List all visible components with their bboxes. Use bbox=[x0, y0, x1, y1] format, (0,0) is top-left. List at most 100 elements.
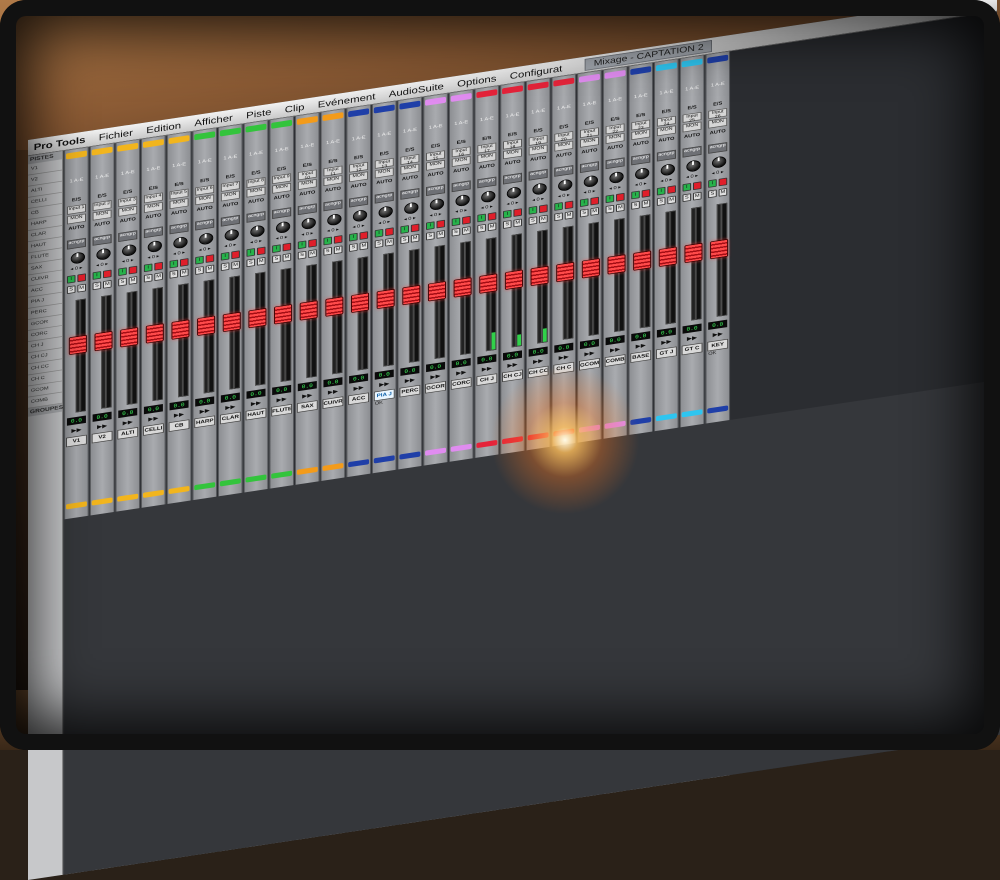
mute-button[interactable]: M bbox=[256, 256, 266, 266]
monitor-selector[interactable]: MON bbox=[118, 205, 138, 217]
group-selector[interactable]: acngrp bbox=[631, 153, 651, 166]
automation-mode[interactable]: AUTO bbox=[296, 190, 319, 198]
record-arm-button[interactable] bbox=[333, 235, 343, 244]
pan-knob[interactable] bbox=[352, 209, 368, 223]
solo-button[interactable]: S bbox=[246, 258, 256, 268]
volume-fader[interactable] bbox=[710, 238, 729, 260]
track-name[interactable]: CUIVR bbox=[322, 396, 344, 410]
monitor-selector[interactable]: MON bbox=[297, 178, 317, 190]
pan-knob[interactable] bbox=[199, 232, 214, 246]
automation-mode[interactable]: AUTO bbox=[501, 159, 524, 167]
automation-mode[interactable]: AUTO bbox=[629, 140, 652, 148]
output-selector[interactable]: 1 A-E bbox=[170, 162, 189, 172]
group-selector[interactable]: acngrp bbox=[118, 230, 138, 242]
group-selector[interactable]: acngrp bbox=[400, 188, 420, 200]
pan-knob[interactable] bbox=[96, 247, 111, 261]
monitor-selector[interactable]: MON bbox=[66, 213, 86, 225]
volume-readout[interactable]: 0.0 bbox=[195, 396, 215, 407]
monitor-selector[interactable]: MON bbox=[374, 167, 394, 179]
solo-button[interactable]: S bbox=[477, 224, 486, 233]
record-arm-button[interactable] bbox=[641, 189, 651, 198]
solo-button[interactable]: S bbox=[631, 201, 640, 210]
track-name[interactable]: FLUTE bbox=[271, 403, 293, 417]
volume-fader[interactable] bbox=[633, 250, 652, 271]
menu-edition[interactable]: Edition bbox=[146, 120, 181, 136]
automation-mode[interactable]: AUTO bbox=[706, 128, 729, 136]
output-selector[interactable]: 1 A-E bbox=[272, 147, 291, 157]
monitor-selector[interactable]: MON bbox=[605, 132, 625, 144]
volume-readout[interactable]: 0.0 bbox=[92, 411, 112, 422]
output-selector[interactable]: 1 A-E bbox=[323, 139, 342, 149]
monitor-selector[interactable]: MON bbox=[349, 171, 369, 183]
group-selector[interactable]: acngrp bbox=[682, 145, 702, 158]
automation-mode[interactable]: AUTO bbox=[65, 224, 88, 232]
solo-button[interactable]: S bbox=[195, 266, 204, 275]
automation-mode[interactable]: AUTO bbox=[142, 213, 165, 221]
monitor-selector[interactable]: MON bbox=[169, 198, 189, 210]
mute-button[interactable]: M bbox=[410, 233, 420, 243]
output-selector[interactable]: 1 A-E bbox=[708, 81, 727, 91]
output-selector[interactable]: 1 A-E bbox=[529, 108, 548, 118]
volume-readout[interactable]: 0.0 bbox=[272, 384, 292, 396]
mute-button[interactable]: M bbox=[333, 245, 343, 255]
record-arm-button[interactable] bbox=[231, 250, 240, 260]
group-selector[interactable]: acngrp bbox=[554, 165, 574, 177]
volume-fader[interactable] bbox=[658, 246, 677, 267]
solo-button[interactable]: S bbox=[143, 273, 153, 283]
mute-button[interactable]: M bbox=[539, 214, 548, 224]
solo-button[interactable]: S bbox=[349, 243, 358, 252]
output-selector[interactable]: 1 A-E bbox=[426, 124, 445, 134]
output-selector[interactable]: 1 A-E bbox=[118, 170, 137, 180]
pan-knob[interactable] bbox=[712, 155, 727, 169]
pan-knob[interactable] bbox=[532, 182, 547, 196]
volume-fader[interactable] bbox=[197, 315, 216, 336]
input-monitor-button[interactable]: I bbox=[349, 232, 358, 242]
automation-mode[interactable]: AUTO bbox=[424, 171, 447, 179]
record-arm-button[interactable] bbox=[308, 238, 317, 248]
volume-fader[interactable] bbox=[607, 254, 626, 275]
automation-mode[interactable]: AUTO bbox=[450, 167, 473, 175]
mute-button[interactable]: M bbox=[231, 260, 240, 270]
volume-readout[interactable]: 0.0 bbox=[579, 338, 599, 350]
volume-readout[interactable]: 0.0 bbox=[297, 380, 317, 392]
track-name[interactable]: HAUT bbox=[245, 407, 267, 421]
mute-button[interactable]: M bbox=[308, 249, 317, 258]
group-selector[interactable]: acngrp bbox=[374, 191, 394, 204]
monitor-selector[interactable]: MON bbox=[682, 121, 702, 133]
mute-button[interactable]: M bbox=[641, 199, 651, 209]
solo-button[interactable]: S bbox=[400, 235, 409, 245]
volume-fader[interactable] bbox=[684, 242, 703, 264]
automation-mode[interactable]: AUTO bbox=[116, 217, 139, 225]
group-selector[interactable]: acngrp bbox=[143, 226, 163, 239]
output-selector[interactable]: 1 A-E bbox=[349, 135, 368, 145]
volume-readout[interactable]: 0.0 bbox=[477, 354, 497, 365]
track-name[interactable]: CH CC bbox=[527, 365, 549, 379]
group-selector[interactable]: acngrp bbox=[451, 180, 471, 193]
pan-knob[interactable] bbox=[173, 236, 188, 250]
input-monitor-button[interactable]: I bbox=[682, 182, 692, 192]
monitor-selector[interactable]: MON bbox=[400, 163, 420, 175]
record-arm-button[interactable] bbox=[539, 204, 548, 214]
input-monitor-button[interactable]: I bbox=[92, 271, 102, 280]
solo-button[interactable]: S bbox=[272, 254, 281, 264]
input-monitor-button[interactable]: I bbox=[477, 213, 486, 223]
track-name[interactable]: CB bbox=[168, 419, 190, 433]
group-selector[interactable]: acngrp bbox=[323, 199, 343, 212]
volume-readout[interactable]: 0.0 bbox=[118, 407, 138, 419]
volume-readout[interactable]: 0.0 bbox=[323, 377, 343, 388]
monitor-selector[interactable]: MON bbox=[477, 152, 497, 164]
volume-readout[interactable]: 0.0 bbox=[451, 357, 471, 369]
record-arm-button[interactable] bbox=[205, 254, 215, 263]
volume-readout[interactable]: 0.0 bbox=[66, 415, 86, 426]
output-selector[interactable]: 1 A-E bbox=[195, 158, 214, 168]
group-selector[interactable]: acngrp bbox=[477, 176, 497, 189]
automation-mode[interactable]: AUTO bbox=[219, 201, 242, 209]
automation-mode[interactable]: AUTO bbox=[245, 197, 268, 205]
volume-fader[interactable] bbox=[248, 307, 267, 329]
solo-button[interactable]: S bbox=[708, 189, 717, 199]
mute-button[interactable]: M bbox=[693, 191, 702, 201]
output-selector[interactable]: 1 A-E bbox=[400, 127, 419, 137]
pan-knob[interactable] bbox=[70, 251, 85, 265]
group-selector[interactable]: acngrp bbox=[169, 222, 189, 235]
pan-knob[interactable] bbox=[429, 197, 445, 211]
